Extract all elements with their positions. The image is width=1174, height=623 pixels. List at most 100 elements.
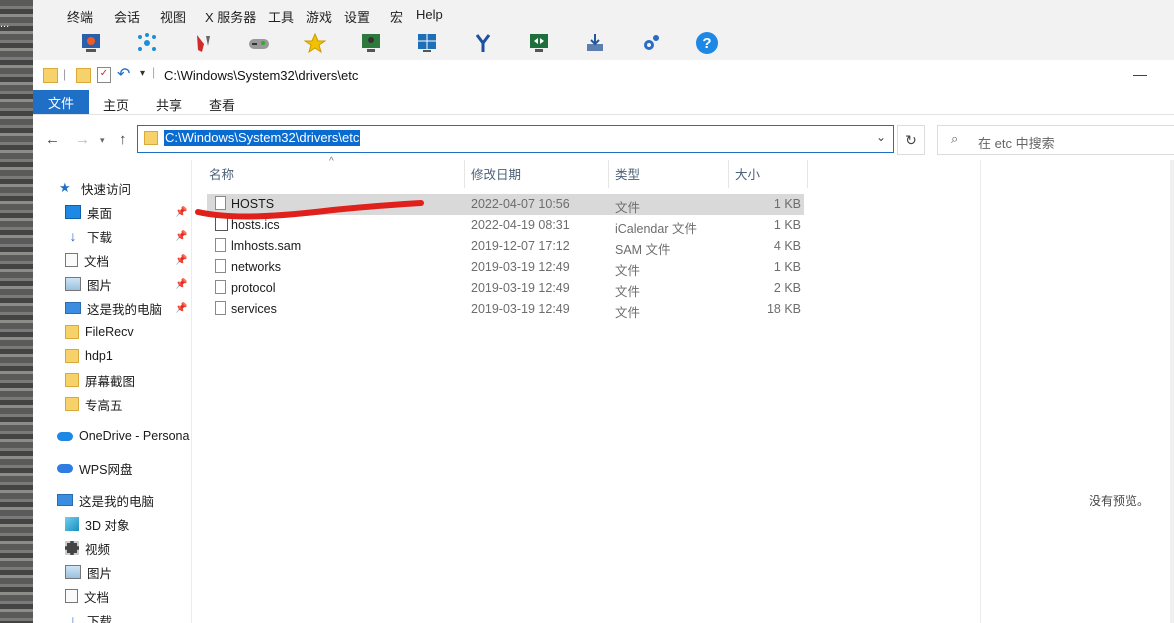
file-row-lmhosts[interactable]: lmhosts.sam 2019-12-07 17:12 SAM 文件 4 KB [207, 236, 804, 257]
nav-onedrive[interactable]: OneDrive - Persona [57, 425, 189, 447]
split-icon[interactable] [413, 30, 441, 56]
nav-item-videos[interactable]: 视频 [65, 537, 110, 559]
nav-this-pc[interactable]: 这是我的电脑 [57, 489, 154, 511]
column-header-date[interactable]: 修改日期 [471, 164, 521, 188]
back-icon[interactable]: ← [45, 131, 60, 148]
column-header-size[interactable]: 大小 [735, 164, 760, 188]
file-row-protocol[interactable]: protocol 2019-03-19 12:49 文件 2 KB [207, 278, 804, 299]
folder-icon [65, 373, 79, 387]
up-icon[interactable]: ↑ [119, 131, 127, 148]
pin-icon[interactable]: 📌 [175, 231, 187, 242]
file-icon [215, 301, 226, 315]
address-bar[interactable]: C:\Windows\System32\drivers\etc ⌄ [137, 125, 894, 153]
search-input[interactable]: ⌕ 在 etc 中搜索 [937, 125, 1174, 155]
column-separator[interactable] [807, 160, 808, 188]
tab-file[interactable]: 文件 [33, 90, 89, 114]
refresh-button[interactable]: ↻ [897, 125, 925, 155]
settings-icon[interactable] [637, 30, 665, 56]
file-date: 2022-04-19 08:31 [471, 218, 570, 232]
file-row-services[interactable]: services 2019-03-19 12:49 文件 18 KB [207, 299, 804, 320]
nav-label: 图片 [87, 278, 113, 293]
tab-share[interactable]: 共享 [156, 95, 182, 114]
menu-item-xserver[interactable]: X 服务器 [205, 7, 256, 26]
svg-text:?: ? [702, 35, 711, 52]
new-folder-icon[interactable] [76, 68, 91, 83]
address-path[interactable]: C:\Windows\System32\drivers\etc [164, 130, 361, 146]
properties-icon[interactable]: ✓ [97, 67, 111, 83]
nav-quick-access[interactable]: ★ 快速访问 [59, 177, 131, 199]
nav-item-downloads-pc[interactable]: ↓ 下载 [65, 609, 113, 623]
title-bar: | ✓ ↶ ▾ | C:\Windows\System32\drivers\et… [33, 60, 1174, 90]
session-icon[interactable] [77, 30, 105, 56]
network-icon[interactable] [133, 30, 161, 56]
tools-icon[interactable] [189, 30, 217, 56]
column-separator[interactable] [464, 160, 465, 188]
file-row-hosts[interactable]: HOSTS 2022-04-07 10:56 文件 1 KB [207, 194, 804, 215]
nav-item-documents[interactable]: 文档 [65, 249, 109, 271]
file-row-networks[interactable]: networks 2019-03-19 12:49 文件 1 KB [207, 257, 804, 278]
app-toolbar: ? [33, 28, 1174, 60]
nav-label: 图片 [87, 566, 113, 581]
column-header-type[interactable]: 类型 [615, 164, 640, 188]
nav-item-pictures[interactable]: 图片 [65, 273, 112, 295]
pin-icon[interactable]: 📌 [175, 207, 187, 218]
menu-item-macro[interactable]: 宏 [390, 7, 403, 26]
column-separator[interactable] [608, 160, 609, 188]
nav-item-screenshots[interactable]: 屏幕截图 [65, 369, 135, 391]
menu-item-view[interactable]: 视图 [160, 7, 186, 26]
menu-item-help[interactable]: Help [416, 7, 443, 22]
cube-icon [65, 517, 79, 531]
column-header-name[interactable]: 名称 [209, 164, 234, 188]
remote-desktop-icon[interactable] [525, 30, 553, 56]
nav-wps[interactable]: WPS网盘 [57, 457, 132, 479]
nav-item-documents-pc[interactable]: 文档 [65, 585, 109, 607]
file-row-hosts-ics[interactable]: hosts.ics 2022-04-19 08:31 iCalendar 文件 … [207, 215, 804, 236]
nav-item-pictures-pc[interactable]: 图片 [65, 561, 112, 583]
minimize-button[interactable]: — [1133, 66, 1147, 82]
nav-item-desktop[interactable]: 桌面 [65, 201, 112, 223]
menu-item-session[interactable]: 会话 [114, 7, 140, 26]
games-icon[interactable] [245, 30, 273, 56]
monitor-user-icon[interactable] [357, 30, 385, 56]
qat-dropdown-icon[interactable]: ▾ [140, 68, 145, 79]
folder-icon [43, 68, 58, 83]
nav-item-hdp1[interactable]: hdp1 [65, 345, 113, 367]
tab-view[interactable]: 查看 [209, 95, 235, 114]
pin-icon[interactable]: 📌 [175, 279, 187, 290]
nav-item-3d-objects[interactable]: 3D 对象 [65, 513, 129, 535]
file-size: 2 KB [773, 281, 801, 295]
tab-home[interactable]: 主页 [103, 95, 129, 114]
file-name: services [231, 302, 277, 316]
document-icon [65, 589, 78, 603]
nav-item-zhuangaowu[interactable]: 专高五 [65, 393, 123, 415]
pane-divider[interactable] [191, 160, 192, 623]
nav-item-filerecv[interactable]: FileRecv [65, 321, 134, 343]
folder-icon [65, 325, 79, 339]
sort-ascending-icon: ^ [329, 156, 334, 167]
file-name: lmhosts.sam [231, 239, 302, 253]
recent-locations-icon[interactable]: ▾ [100, 135, 105, 146]
undo-icon[interactable]: ↶ [117, 64, 130, 84]
menu-item-tools[interactable]: 工具 [268, 7, 294, 26]
menu-item-settings[interactable]: 设置 [344, 7, 370, 26]
cloud-icon [57, 431, 73, 441]
pin-icon[interactable]: 📌 [175, 303, 187, 314]
chevron-down-icon[interactable]: ⌄ [876, 130, 886, 144]
scrollbar[interactable] [1170, 160, 1174, 623]
computer-icon [57, 494, 73, 506]
star-icon[interactable] [301, 30, 329, 56]
menu-item-terminal[interactable]: 终端 [67, 7, 93, 26]
forward-icon[interactable]: → [75, 131, 90, 148]
help-icon[interactable]: ? [693, 30, 721, 56]
pin-icon[interactable]: 📌 [175, 255, 187, 266]
fork-icon[interactable] [469, 30, 497, 56]
file-icon [215, 280, 226, 294]
file-icon [215, 196, 226, 210]
nav-item-this-pc-pinned[interactable]: 这是我的电脑 [65, 297, 162, 319]
download-icon[interactable] [581, 30, 609, 56]
calendar-file-icon [215, 217, 228, 231]
nav-item-downloads[interactable]: ↓ 下载 [65, 225, 113, 247]
menu-item-games[interactable]: 游戏 [306, 7, 332, 26]
column-separator[interactable] [728, 160, 729, 188]
cloud-icon [57, 463, 73, 473]
